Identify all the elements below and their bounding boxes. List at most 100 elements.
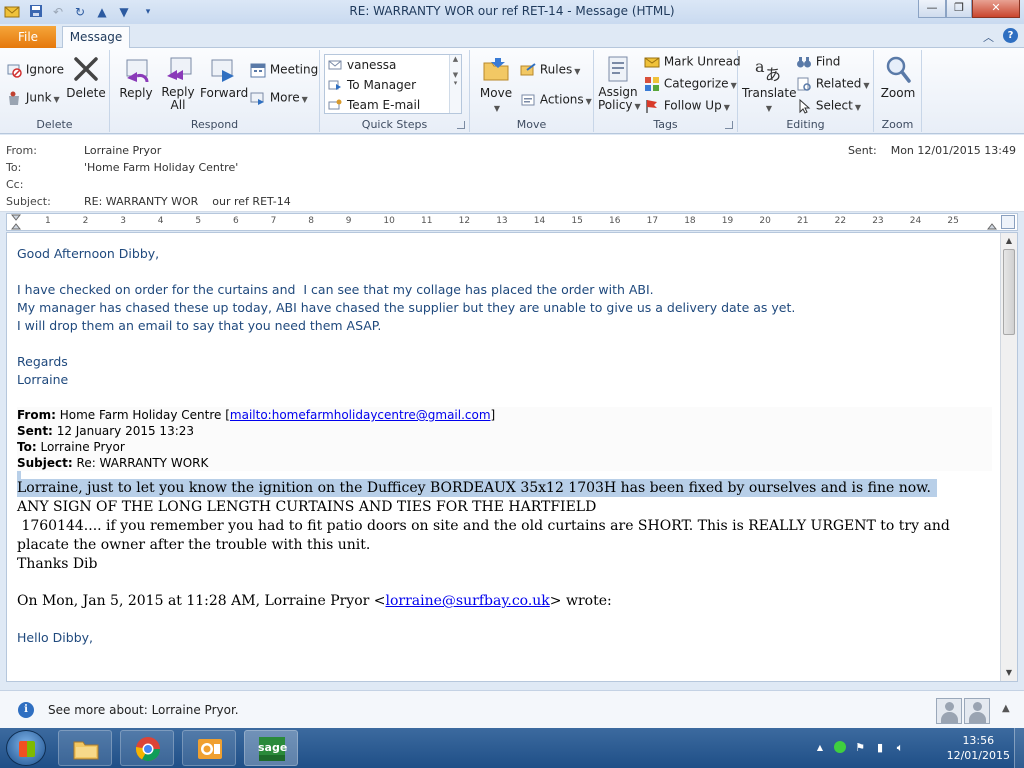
meeting-button[interactable]: Meeting	[250, 62, 318, 78]
mailto-link[interactable]: mailto:homefarmholidaycentre@gmail.com	[230, 408, 491, 422]
mark-unread-button[interactable]: Mark Unread	[644, 54, 741, 70]
rules-button[interactable]: Rules ▼	[520, 62, 580, 78]
delete-button[interactable]: Delete	[66, 54, 106, 100]
system-tray: ▲ ⚑ ▮ 🔈︎ 13:56 12/01/2015	[809, 728, 1024, 768]
reply-button[interactable]: Reply	[116, 54, 156, 100]
see-more-about-link[interactable]: See more about: Lorraine Pryor.	[48, 703, 239, 717]
outlook-icon	[198, 739, 222, 759]
chrome-taskbar-button[interactable]	[120, 730, 174, 766]
status-icon[interactable]	[833, 741, 847, 755]
categorize-dropdown-icon: ▼	[730, 80, 737, 90]
editing-group: aあ Translate ▼ Find Related ▼ Select ▼ Edit…	[738, 50, 874, 132]
to-value[interactable]: 'Home Farm Holiday Centre'	[84, 161, 238, 174]
assign-policy-label-2: Policy	[598, 98, 633, 112]
quick-steps-launcher-icon[interactable]	[457, 121, 465, 129]
more-dropdown-icon: ▼	[301, 94, 308, 104]
maximize-button[interactable]: ❐	[946, 0, 972, 18]
explorer-taskbar-button[interactable]	[58, 730, 112, 766]
right-indent-marker-icon[interactable]	[987, 214, 997, 230]
svg-text:a: a	[755, 57, 765, 76]
avatar[interactable]	[936, 698, 962, 724]
ignore-button[interactable]: Ignore	[6, 62, 64, 78]
flag-icon[interactable]: ⚑	[853, 741, 867, 755]
find-label: Find	[815, 54, 841, 69]
close-button[interactable]: ✕	[972, 0, 1020, 18]
scroll-down-icon[interactable]: ▼	[1001, 665, 1017, 681]
forward-button[interactable]: Forward	[200, 54, 248, 100]
avatar[interactable]	[964, 698, 990, 724]
message-body[interactable]: Good Afternoon Dibby, I have checked on …	[6, 232, 1018, 682]
people-pane-toggle-icon[interactable]: ▲	[1002, 703, 1010, 714]
message-body-content: Good Afternoon Dibby, I have checked on …	[17, 245, 992, 647]
find-button[interactable]: Find	[796, 54, 840, 70]
calendar-icon	[250, 63, 266, 78]
vertical-scrollbar[interactable]: ▲ ▼	[1000, 233, 1017, 681]
volume-icon[interactable]: 🔈︎	[893, 741, 907, 755]
info-icon: i	[18, 702, 34, 718]
junk-button[interactable]: Junk ▼	[6, 90, 60, 106]
sage-taskbar-button[interactable]: sage	[244, 730, 298, 766]
reply-label: Reply	[119, 86, 153, 100]
move-button[interactable]: Move ▼	[476, 54, 516, 114]
subject-value: RE: WARRANTY WOR our ref RET-14	[84, 195, 291, 208]
ruler-tick-label: 22	[834, 216, 847, 226]
ruler-tick-label: 9	[345, 216, 352, 226]
email-link[interactable]: lorraine@surfbay.co.uk	[386, 593, 550, 609]
actions-button[interactable]: Actions ▼	[520, 92, 592, 108]
quick-steps-scroll[interactable]: ▲ ▼ ▾	[449, 55, 461, 113]
outlook-taskbar-button[interactable]	[182, 730, 236, 766]
indent-marker-icon[interactable]	[11, 214, 21, 230]
ruler-view-icon[interactable]	[1001, 215, 1015, 229]
follow-up-button[interactable]: Follow Up ▼	[644, 98, 730, 114]
ruler-tick-label: 16	[609, 216, 621, 226]
select-button[interactable]: Select ▼	[796, 98, 861, 114]
tags-group-label: Tags	[653, 118, 678, 131]
tab-message[interactable]: Message	[62, 26, 130, 49]
actions-icon	[521, 94, 535, 106]
ruler-tick-label: 17	[646, 216, 659, 226]
ruler-tick-label: 2	[82, 216, 89, 226]
network-icon[interactable]: ▮	[873, 741, 887, 755]
select-label: Select	[815, 98, 853, 113]
scroll-thumb[interactable]	[1003, 249, 1015, 335]
clock[interactable]: 13:56 12/01/2015	[947, 733, 1010, 763]
tags-launcher-icon[interactable]	[725, 121, 733, 129]
from-value[interactable]: Lorraine Pryor	[84, 144, 161, 157]
quick-step-label: To Manager	[347, 78, 417, 92]
quick-step-vanessa[interactable]: vanessa	[325, 55, 461, 75]
ribbon-collapse-icon[interactable]: ︿	[983, 29, 994, 45]
related-button[interactable]: Related ▼	[796, 76, 870, 92]
attribution-prefix: On Mon, Jan 5, 2015 at 11:28 AM, Lorrain…	[17, 593, 386, 609]
ruler-tick-label: 10	[383, 216, 395, 226]
greeting: Good Afternoon Dibby,	[17, 246, 160, 261]
minimize-button[interactable]: —	[918, 0, 946, 18]
folder-icon	[73, 741, 99, 760]
to-label: To:	[6, 161, 22, 174]
selected-text-line[interactable]: Lorraine, just to let you know the ignit…	[17, 479, 992, 498]
show-desktop-button[interactable]	[1014, 728, 1024, 768]
start-button[interactable]	[6, 730, 46, 766]
reply-all-button[interactable]: Reply All	[158, 54, 198, 112]
more-button[interactable]: More ▼	[250, 90, 308, 106]
translate-button[interactable]: aあ Translate ▼	[742, 54, 797, 114]
from-label: From:	[6, 144, 37, 157]
scroll-up-icon[interactable]: ▲	[1001, 233, 1017, 249]
zoom-group: Zoom Zoom	[874, 50, 922, 132]
assign-policy-button[interactable]: Assign Policy ▼	[598, 54, 641, 113]
show-hidden-icons-icon[interactable]: ▲	[813, 741, 827, 755]
help-icon[interactable]: ?	[1003, 28, 1018, 43]
ribbon: Ignore Junk ▼ Delete Delete Reply Reply A…	[0, 48, 1024, 134]
thanks-line: Thanks Dib	[17, 556, 98, 572]
ruler-tick-label: 8	[308, 216, 314, 226]
quick-step-to-manager[interactable]: To Manager	[325, 75, 461, 95]
follow-up-label: Follow Up	[663, 98, 722, 113]
ruler-tick-label: 7	[270, 216, 277, 226]
zoom-button[interactable]: Zoom	[878, 54, 918, 100]
tab-file[interactable]: File	[0, 26, 56, 48]
ruler[interactable]: 1 2 3 4 5 6 7 8 9 10 11 12 13 14 15 16 17 18 19 20 21 22 23 24 2…	[6, 213, 1018, 231]
categorize-button[interactable]: Categorize ▼	[644, 76, 737, 92]
reply-attribution: On Mon, Jan 5, 2015 at 11:28 AM, Lorrain…	[17, 592, 992, 611]
move-label: Move	[479, 86, 513, 100]
quick-step-team-email[interactable]: Team E-mail	[325, 95, 461, 115]
cc-label: Cc:	[6, 178, 24, 191]
